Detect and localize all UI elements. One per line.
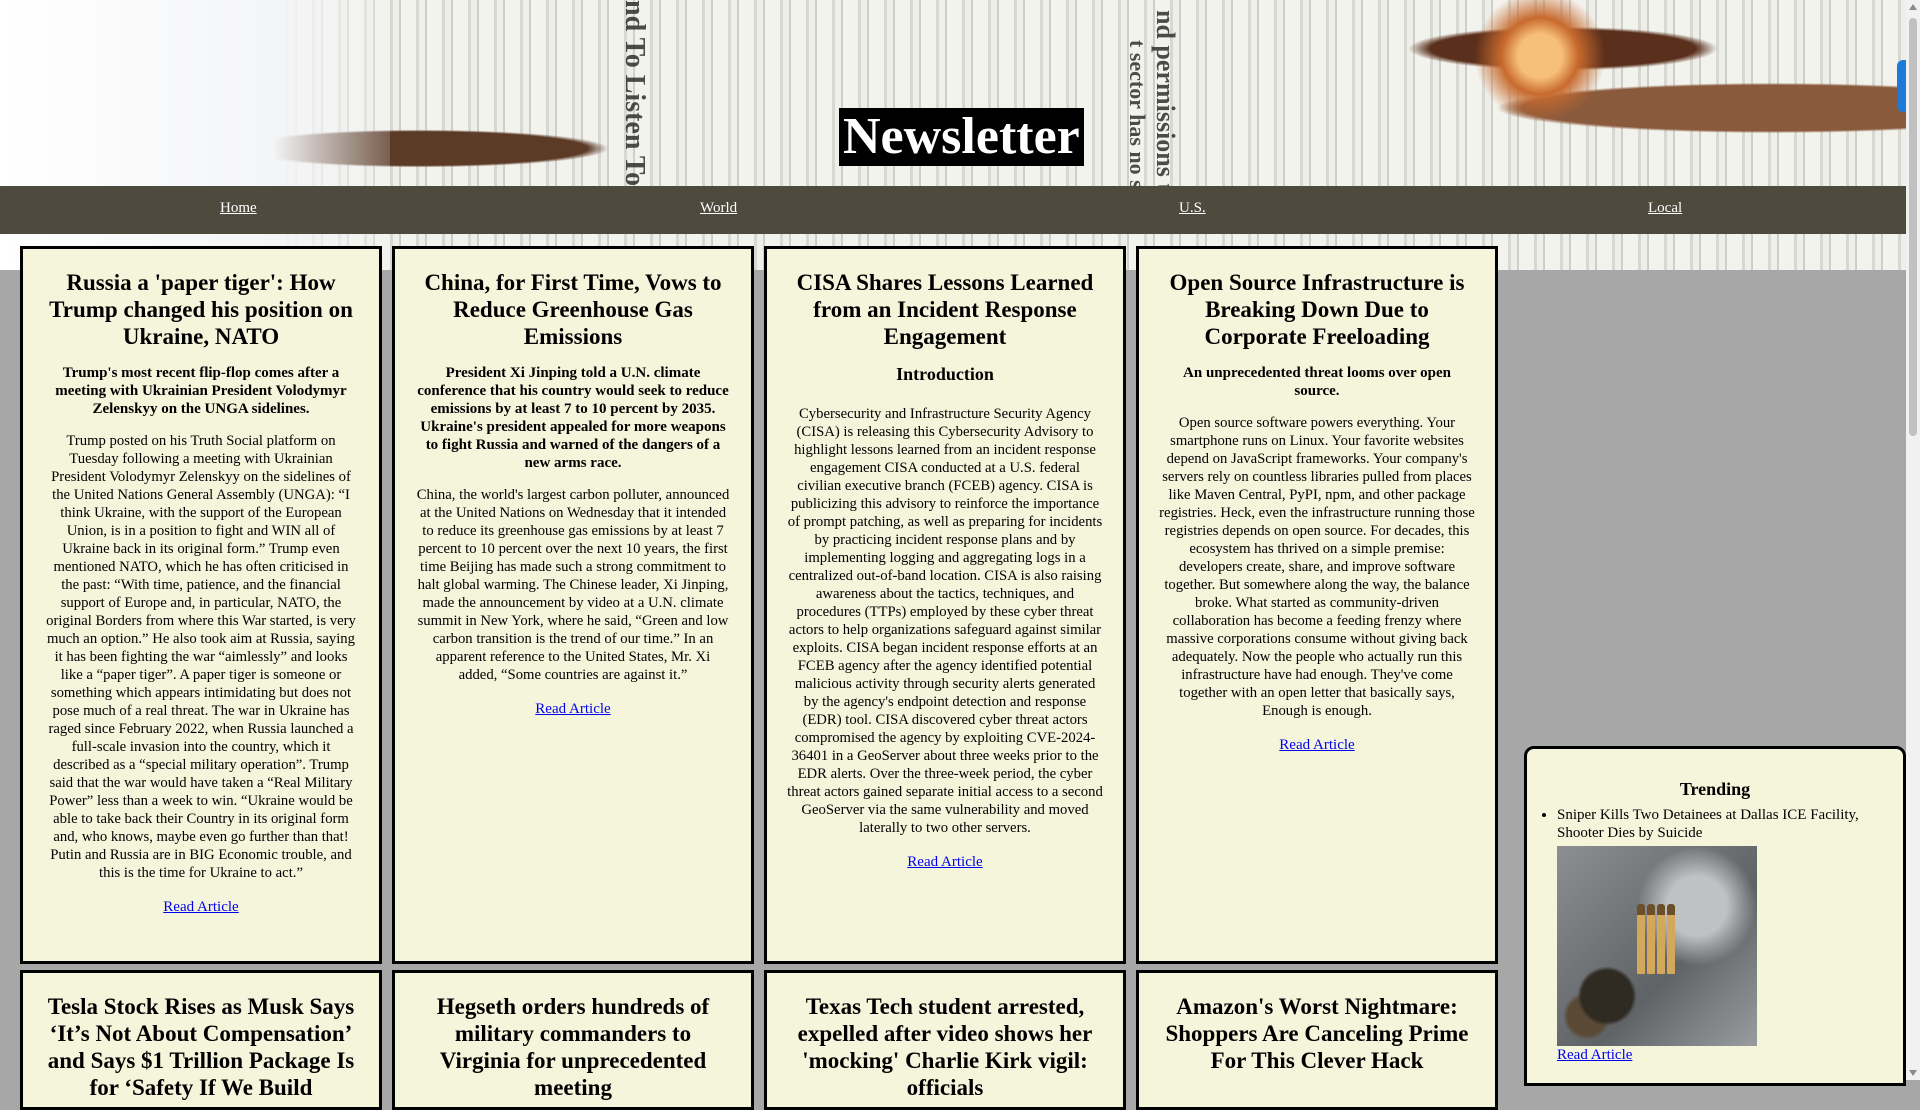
page-scrollbar[interactable] <box>1906 0 1920 1080</box>
article-card: Texas Tech student arrested, expelled af… <box>764 970 1126 1110</box>
trending-item-image <box>1557 846 1757 1046</box>
trending-read-article-link[interactable]: Read Article <box>1557 1047 1632 1063</box>
article-title: China, for First Time, Vows to Reduce Gr… <box>424 270 722 349</box>
scroll-down-arrow-icon[interactable] <box>1909 1070 1917 1076</box>
article-body: Trump posted on his Truth Social platfor… <box>46 433 356 881</box>
article-card: Hegseth orders hundreds of military comm… <box>392 970 754 1110</box>
article-card: Amazon's Worst Nightmare: Shoppers Are C… <box>1136 970 1498 1110</box>
article-card: China, for First Time, Vows to Reduce Gr… <box>392 246 754 964</box>
article-title: Tesla Stock Rises as Musk Says ‘It’s Not… <box>47 994 355 1100</box>
trending-panel: Trending Sniper Kills Two Detainees at D… <box>1524 746 1906 1086</box>
article-title: Open Source Infrastructure is Breaking D… <box>1169 270 1465 349</box>
trending-item: Sniper Kills Two Detainees at Dallas ICE… <box>1557 806 1903 1064</box>
article-title: Texas Tech student arrested, expelled af… <box>797 994 1093 1100</box>
read-article-link[interactable]: Read Article <box>163 899 238 915</box>
article-title: CISA Shares Lessons Learned from an Inci… <box>796 270 1094 349</box>
article-subtitle: Trump's most recent flip-flop comes afte… <box>55 365 347 417</box>
article-title: Amazon's Worst Nightmare: Shoppers Are C… <box>1165 994 1469 1073</box>
site-title: Newsletter <box>839 108 1084 166</box>
article-title: Hegseth orders hundreds of military comm… <box>436 994 710 1100</box>
article-card: CISA Shares Lessons Learned from an Inci… <box>764 246 1126 964</box>
main-nav: Home World U.S. Local <box>0 186 1906 234</box>
read-article-link[interactable]: Read Article <box>1279 737 1354 753</box>
article-body: Cybersecurity and Infrastructure Securit… <box>787 406 1103 836</box>
article-section-heading: Introduction <box>896 364 994 384</box>
side-tab[interactable] <box>1897 60 1906 112</box>
nav-local-link[interactable]: Local <box>1648 200 1682 217</box>
article-title: Russia a 'paper tiger': How Trump change… <box>49 270 353 349</box>
article-card: Tesla Stock Rises as Musk Says ‘It’s Not… <box>20 970 382 1110</box>
trending-item-title: Sniper Kills Two Detainees at Dallas ICE… <box>1557 807 1859 841</box>
scrollbar-thumb[interactable] <box>1909 18 1917 436</box>
nav-world-link[interactable]: World <box>700 200 737 217</box>
article-body: Open source software powers everything. … <box>1159 415 1475 719</box>
article-card: Open Source Infrastructure is Breaking D… <box>1136 246 1498 964</box>
trending-list: Sniper Kills Two Detainees at Dallas ICE… <box>1527 806 1903 1064</box>
read-article-link[interactable]: Read Article <box>907 854 982 870</box>
scroll-up-arrow-icon[interactable] <box>1909 4 1917 10</box>
article-subtitle: President Xi Jinping told a U.N. climate… <box>417 365 729 471</box>
read-article-link[interactable]: Read Article <box>535 701 610 717</box>
article-subtitle: An unprecedented threat looms over open … <box>1183 365 1451 399</box>
article-card: Russia a 'paper tiger': How Trump change… <box>20 246 382 964</box>
nav-us-link[interactable]: U.S. <box>1179 200 1206 217</box>
trending-heading: Trending <box>1679 779 1751 799</box>
nav-home-link[interactable]: Home <box>220 200 257 217</box>
article-body: China, the world's largest carbon pollut… <box>416 487 730 683</box>
